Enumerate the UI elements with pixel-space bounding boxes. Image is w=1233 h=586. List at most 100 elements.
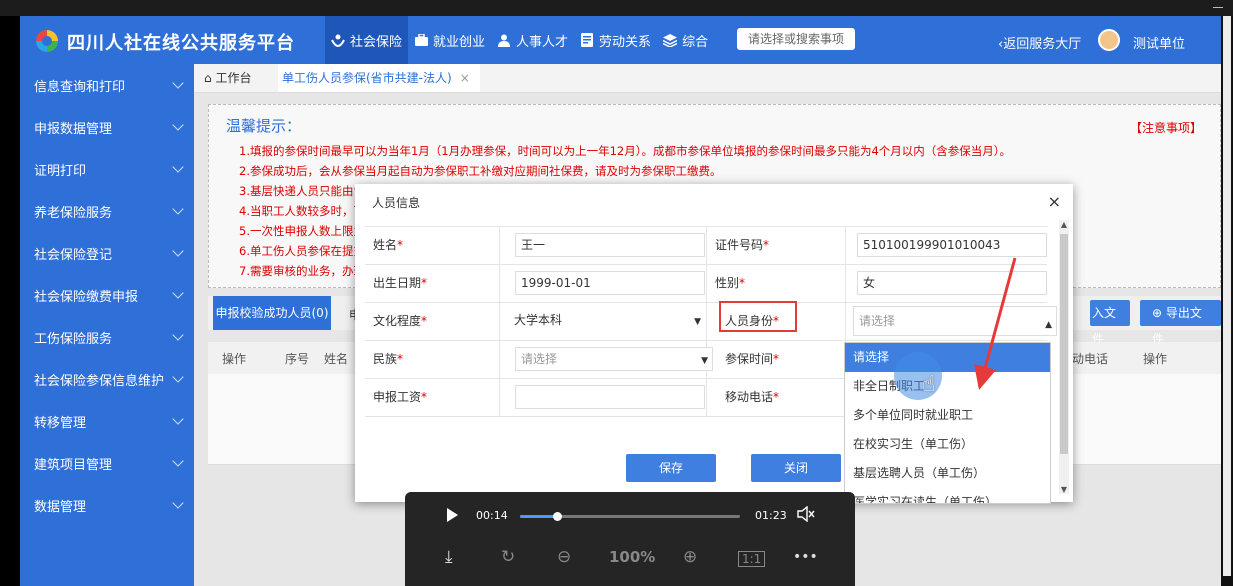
label-text: 文化程度	[373, 314, 422, 328]
label-gender: 性别*	[715, 265, 745, 302]
progress-slider[interactable]	[520, 512, 740, 521]
tab-injury-enroll[interactable]: 单工伤人员参保(省市共建-法人) ×	[278, 64, 480, 92]
unit-name[interactable]: 测试单位	[1133, 33, 1185, 52]
divider	[499, 227, 500, 264]
annotation-arrow-icon	[974, 257, 1017, 390]
sidebar-item-label: 建筑项目管理	[34, 457, 113, 473]
label-text: 证件号码	[715, 238, 764, 252]
caret-down-icon: ▼	[701, 356, 708, 366]
notice-link[interactable]: 【注意事项】	[1130, 119, 1202, 136]
dropdown-option[interactable]: 在校实习生（单工伤）	[845, 430, 1050, 459]
identity-select[interactable]: 请选择 ▲	[853, 306, 1057, 336]
video-player: 00:14 01:23 ⤓ ↻ ⊖ 100% ⊕ 1:1 •••	[405, 492, 855, 586]
birth-date-field[interactable]: 1999-01-01	[515, 271, 705, 295]
form-row: 出生日期* 1999-01-01 性别* 女	[365, 265, 1047, 303]
sidebar-item-data-manage[interactable]: 数据管理	[20, 484, 194, 526]
col-header: 序号	[285, 352, 310, 366]
caret-up-icon: ▲	[1045, 320, 1052, 330]
download-icon[interactable]: ⤓	[445, 547, 453, 567]
nav-employment[interactable]: 就业创业	[408, 16, 491, 64]
notice-item: 1.填报的参保时间最早可以为当年1月（1月办理参保，时间可以为上一年12月）。成…	[239, 144, 1012, 158]
sidebar-item-label: 数据管理	[34, 499, 87, 515]
zoom-in-icon[interactable]: ⊕	[683, 547, 697, 567]
label-education: 文化程度*	[373, 303, 427, 340]
education-select[interactable]: 大学本科 ▼	[509, 309, 705, 333]
actual-size-icon[interactable]: 1:1	[738, 551, 766, 567]
divider	[706, 265, 707, 302]
sidebar-item-info-maintain[interactable]: 社会保险参保信息维护	[20, 358, 194, 400]
divider	[706, 227, 707, 264]
avatar[interactable]	[1098, 29, 1120, 51]
close-icon[interactable]: ×	[1048, 192, 1061, 211]
identity-highlight-box	[719, 301, 797, 332]
chevron-down-icon	[172, 77, 184, 89]
divider	[706, 379, 707, 416]
import-file-button[interactable]: 入文件	[1090, 300, 1130, 346]
chevron-down-icon	[172, 287, 184, 299]
tab-success-persons[interactable]: 申报校验成功人员(0)	[213, 296, 331, 330]
sidebar-item-label: 信息查询和打印	[34, 79, 126, 95]
sidebar-item-pension[interactable]: 养老保险服务	[20, 190, 194, 232]
sidebar-item-insurance-register[interactable]: 社会保险登记	[20, 232, 194, 274]
nav-labor-relations[interactable]: 劳动关系	[574, 16, 657, 64]
minimize-icon[interactable]	[1213, 7, 1223, 8]
sidebar-item-injury[interactable]: 工伤保险服务	[20, 316, 194, 358]
close-icon[interactable]: ×	[460, 71, 470, 85]
document-icon	[580, 33, 594, 47]
export-file-button[interactable]: ⊕ 导出文件	[1140, 300, 1221, 346]
nav-label: 人事人才	[516, 34, 569, 50]
scroll-down-icon[interactable]: ▼	[1059, 485, 1069, 494]
more-icon[interactable]: •••	[793, 549, 818, 565]
rotate-icon[interactable]: ↻	[501, 547, 515, 567]
mute-icon[interactable]	[797, 505, 815, 526]
sidebar-item-declare-data[interactable]: 申报数据管理	[20, 106, 194, 148]
download-icon: ⊕	[1152, 306, 1166, 320]
back-to-hall-link[interactable]: ‹返回服务大厅	[998, 33, 1081, 52]
nav-social-insurance[interactable]: 社会保险	[325, 16, 409, 64]
sidebar-item-certificate-print[interactable]: 证明打印	[20, 148, 194, 190]
divider	[845, 265, 846, 302]
progress-fill	[520, 515, 558, 518]
window-titlebar	[0, 0, 1233, 16]
dropdown-option[interactable]: 医学实习在读生（单工伤）	[845, 488, 1050, 503]
nation-select[interactable]: 请选择 ▼	[515, 347, 713, 371]
scrollbar-thumb[interactable]	[1060, 234, 1068, 454]
dropdown-option[interactable]: 基层选聘人员（单工伤）	[845, 459, 1050, 488]
dialog-scrollbar[interactable]: ▲ ▼	[1059, 220, 1069, 494]
chevron-down-icon	[172, 497, 184, 509]
close-button[interactable]: 关闭	[751, 454, 841, 482]
nav-general[interactable]: 综合	[657, 16, 714, 64]
chevron-down-icon	[172, 245, 184, 257]
form-row: 文化程度* 大学本科 ▼ 人员身份* 请选择 ▲	[365, 303, 1057, 341]
nav-personnel[interactable]: 人事人才	[491, 16, 574, 64]
label-text: 性别	[715, 276, 740, 290]
dropdown-option[interactable]: 多个单位同时就业职工	[845, 401, 1050, 430]
divider	[499, 379, 500, 416]
progress-handle[interactable]	[553, 512, 563, 521]
tab-workbench[interactable]: ⌂ 工作台	[204, 64, 251, 92]
sidebar-item-label: 社会保险登记	[34, 247, 113, 263]
sidebar-item-construction[interactable]: 建筑项目管理	[20, 442, 194, 484]
sidebar-item-info-query[interactable]: 信息查询和打印	[20, 64, 194, 106]
notice-title: 温馨提示：	[226, 117, 302, 135]
salary-field[interactable]	[515, 385, 705, 409]
sidebar-item-label: 工伤保险服务	[34, 331, 113, 347]
chevron-down-icon	[172, 119, 184, 131]
home-icon: ⌂	[204, 71, 212, 85]
play-icon[interactable]	[447, 508, 458, 522]
search-input[interactable]: 请选择或搜索事项	[737, 28, 855, 50]
chevron-down-icon	[172, 455, 184, 467]
sidebar-item-transfer[interactable]: 转移管理	[20, 400, 194, 442]
label-nation: 民族*	[373, 341, 403, 378]
zoom-out-icon[interactable]: ⊖	[557, 547, 571, 567]
name-field[interactable]: 王一	[515, 233, 705, 257]
sidebar-item-payment-declare[interactable]: 社会保险缴费申报	[20, 274, 194, 316]
caret-down-icon: ▼	[694, 317, 701, 327]
label-mobile: 移动电话*	[725, 379, 779, 416]
sidebar-item-label: 社会保险参保信息维护	[34, 373, 165, 389]
save-button[interactable]: 保存	[626, 454, 716, 482]
page-scrollbar[interactable]	[1221, 16, 1233, 586]
required-mark: *	[773, 352, 780, 366]
current-time: 00:14	[476, 509, 508, 522]
scroll-up-icon[interactable]: ▲	[1059, 220, 1069, 229]
